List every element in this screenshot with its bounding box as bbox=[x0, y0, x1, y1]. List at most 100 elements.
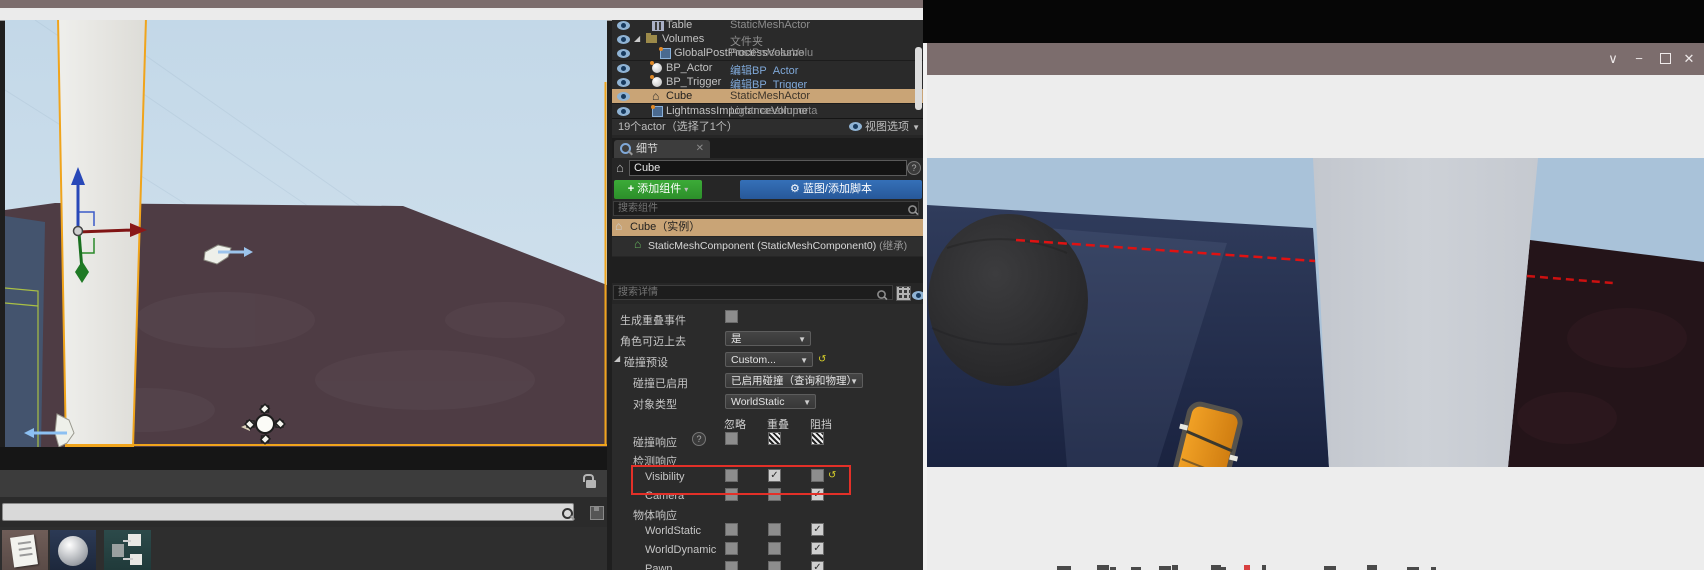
search-details-input[interactable] bbox=[613, 285, 893, 300]
collision-properties: 生成重叠事件角色可迈上去是▼◢碰撞预设Custom...▼↺碰撞已启用已启用碰撞… bbox=[612, 304, 924, 570]
add-component-button[interactable]: + 添加组件 ▾ bbox=[614, 180, 702, 199]
outliner-scrollbar[interactable] bbox=[915, 47, 922, 110]
chevron-down-icon: ▼ bbox=[803, 395, 811, 409]
help-icon[interactable]: ? bbox=[907, 161, 921, 175]
maximize-icon[interactable] bbox=[1654, 49, 1676, 69]
gear-icon: ⚙ bbox=[790, 183, 800, 195]
asset-search-input[interactable] bbox=[2, 503, 574, 521]
game-viewport[interactable] bbox=[927, 158, 1704, 467]
component-tree-root[interactable]: ⌂ Cube（实例） bbox=[612, 219, 924, 236]
outliner-row-cube[interactable]: ⌂CubeStaticMeshActor bbox=[612, 89, 924, 104]
chevron-down-icon: ▼ bbox=[798, 332, 806, 346]
visibility-eye-icon[interactable] bbox=[617, 107, 630, 116]
outliner-item-type: PostProcessVolu bbox=[730, 47, 813, 59]
edit-blueprint-link[interactable]: 编辑BP_Trigger bbox=[730, 76, 807, 90]
save-search-icon[interactable] bbox=[590, 506, 604, 520]
pawn-checkbox[interactable] bbox=[768, 561, 781, 570]
object-type-dropdown[interactable]: WorldStatic▼ bbox=[725, 394, 816, 409]
actor-name-field[interactable] bbox=[629, 160, 907, 176]
worlddynamic-checkbox[interactable] bbox=[768, 542, 781, 555]
editor-3d-viewport[interactable] bbox=[5, 20, 607, 447]
sphere-icon bbox=[58, 536, 88, 566]
static-mesh-component-row[interactable]: ⌂ StaticMeshComponent (StaticMeshCompone… bbox=[612, 237, 924, 256]
response-row-label-worlddynamic: WorldDynamic bbox=[645, 544, 716, 556]
search-components-input[interactable] bbox=[613, 201, 919, 216]
close-icon[interactable]: ✕ bbox=[1678, 49, 1700, 69]
pawn-checkbox[interactable]: ✓ bbox=[811, 561, 824, 570]
visibility-eye-icon[interactable] bbox=[617, 21, 630, 30]
collision-responses-checkbox[interactable] bbox=[768, 432, 781, 445]
editor-scene bbox=[5, 20, 607, 447]
pawn-checkbox[interactable] bbox=[725, 561, 738, 570]
content-browser-search-row bbox=[0, 497, 607, 527]
generate-overlap-events-label: 生成重叠事件 bbox=[620, 312, 686, 328]
eye-icon bbox=[849, 122, 862, 131]
collision-responses-checkbox[interactable] bbox=[725, 432, 738, 445]
asset-thumbnail-material[interactable] bbox=[50, 530, 96, 570]
add-component-label: 添加组件 bbox=[637, 183, 681, 195]
details-tab-icon bbox=[620, 143, 631, 154]
blueprint-add-script-button[interactable]: ⚙ 蓝图/添加脚本 bbox=[740, 180, 922, 199]
collision-enabled-label: 碰撞已启用 bbox=[633, 375, 688, 391]
collision-enabled-dropdown[interactable]: 已启用碰撞（查询和物理）▼ bbox=[725, 373, 863, 388]
edit-blueprint-link[interactable]: 编辑BP_Actor bbox=[730, 62, 798, 76]
worldstatic-checkbox[interactable]: ✓ bbox=[811, 523, 824, 536]
object-type-label: 对象类型 bbox=[633, 396, 677, 412]
minimize-icon[interactable]: − bbox=[1628, 49, 1650, 69]
outliner-item-label: Volumes bbox=[662, 33, 704, 45]
worldstatic-checkbox[interactable] bbox=[725, 523, 738, 536]
chevron-down-icon: ▼ bbox=[800, 353, 808, 367]
gizmo-axis-x[interactable] bbox=[78, 230, 133, 232]
unreal-editor-window: TableStaticMeshActor◢Volumes文件夹GlobalPos… bbox=[0, 0, 924, 570]
search-icon bbox=[877, 290, 886, 299]
instance-label: Cube（实例） bbox=[630, 219, 700, 236]
collision-responses-checkbox[interactable] bbox=[811, 432, 824, 445]
reset-to-default-icon[interactable]: ↺ bbox=[818, 354, 826, 365]
worlddynamic-checkbox[interactable]: ✓ bbox=[811, 542, 824, 555]
details-tab-label: 细节 bbox=[636, 140, 658, 158]
asset-thumbnail-list[interactable] bbox=[2, 530, 48, 570]
editor-titlebar[interactable] bbox=[0, 0, 924, 8]
search-icon bbox=[908, 205, 917, 214]
collision-preset-dropdown[interactable]: Custom...▼ bbox=[725, 352, 813, 367]
can-step-up-dropdown[interactable]: 是▼ bbox=[725, 331, 811, 346]
worlddynamic-checkbox[interactable] bbox=[725, 542, 738, 555]
folder-icon bbox=[646, 35, 657, 43]
outliner-row-bp_actor[interactable]: BP_Actor 编辑BP_Actor bbox=[612, 61, 924, 76]
gizmo-center[interactable] bbox=[74, 227, 83, 236]
game-window-titlebar[interactable]: ∨ − ✕ bbox=[927, 43, 1704, 75]
outliner-row-globalpostprocessvolume[interactable]: GlobalPostProcessVolumePostProcessVolu bbox=[612, 46, 924, 61]
outliner-item-label: BP_Trigger bbox=[666, 76, 721, 88]
visibility-eye-icon[interactable] bbox=[617, 49, 630, 58]
close-icon[interactable]: ✕ bbox=[696, 140, 704, 158]
outliner-row-volumes[interactable]: ◢Volumes文件夹 bbox=[612, 32, 924, 47]
lock-icon[interactable] bbox=[586, 480, 596, 488]
chevron-down-icon[interactable]: ∨ bbox=[1602, 49, 1624, 69]
asset-thumbnails bbox=[0, 527, 607, 570]
gray-pillar bbox=[1313, 158, 1538, 467]
outliner-row-lightmassimportancevolume[interactable]: LightmassImportanceVolumeLightmassImport… bbox=[612, 104, 924, 119]
game-preview-window: ∨ − ✕ bbox=[923, 43, 1704, 570]
visibility-eye-icon[interactable] bbox=[617, 64, 630, 73]
collision-responses-label: 碰撞响应 bbox=[633, 434, 677, 450]
visibility-eye-icon[interactable] bbox=[617, 35, 630, 44]
worldstatic-checkbox[interactable] bbox=[768, 523, 781, 536]
expander-icon[interactable]: ◢ bbox=[634, 34, 640, 43]
property-matrix-icon[interactable] bbox=[896, 286, 911, 301]
outliner-item-label: BP_Actor bbox=[666, 62, 712, 74]
asset-thumbnail-blueprint[interactable] bbox=[104, 530, 151, 570]
generate-overlap-checkbox[interactable] bbox=[725, 310, 738, 323]
search-details-row: ▾ bbox=[612, 283, 924, 304]
chevron-down-icon: ▼ bbox=[850, 374, 858, 388]
visibility-eye-icon[interactable] bbox=[617, 92, 630, 101]
cutoff-glyph bbox=[1324, 566, 1336, 570]
visibility-eye-icon[interactable] bbox=[617, 78, 630, 87]
cutoff-text-row bbox=[927, 561, 1704, 570]
help-icon[interactable]: ? bbox=[692, 432, 706, 446]
tab-details[interactable]: 细节 ✕ bbox=[614, 140, 710, 158]
side-wall[interactable] bbox=[5, 216, 45, 447]
collision-preset-label: 碰撞预设 bbox=[624, 354, 668, 370]
expander-icon[interactable]: ◢ bbox=[614, 354, 620, 363]
view-options-button[interactable]: 视图选项 ▼ bbox=[849, 119, 920, 135]
outliner-row-bp_trigger[interactable]: BP_Trigger 编辑BP_Trigger bbox=[612, 75, 924, 90]
